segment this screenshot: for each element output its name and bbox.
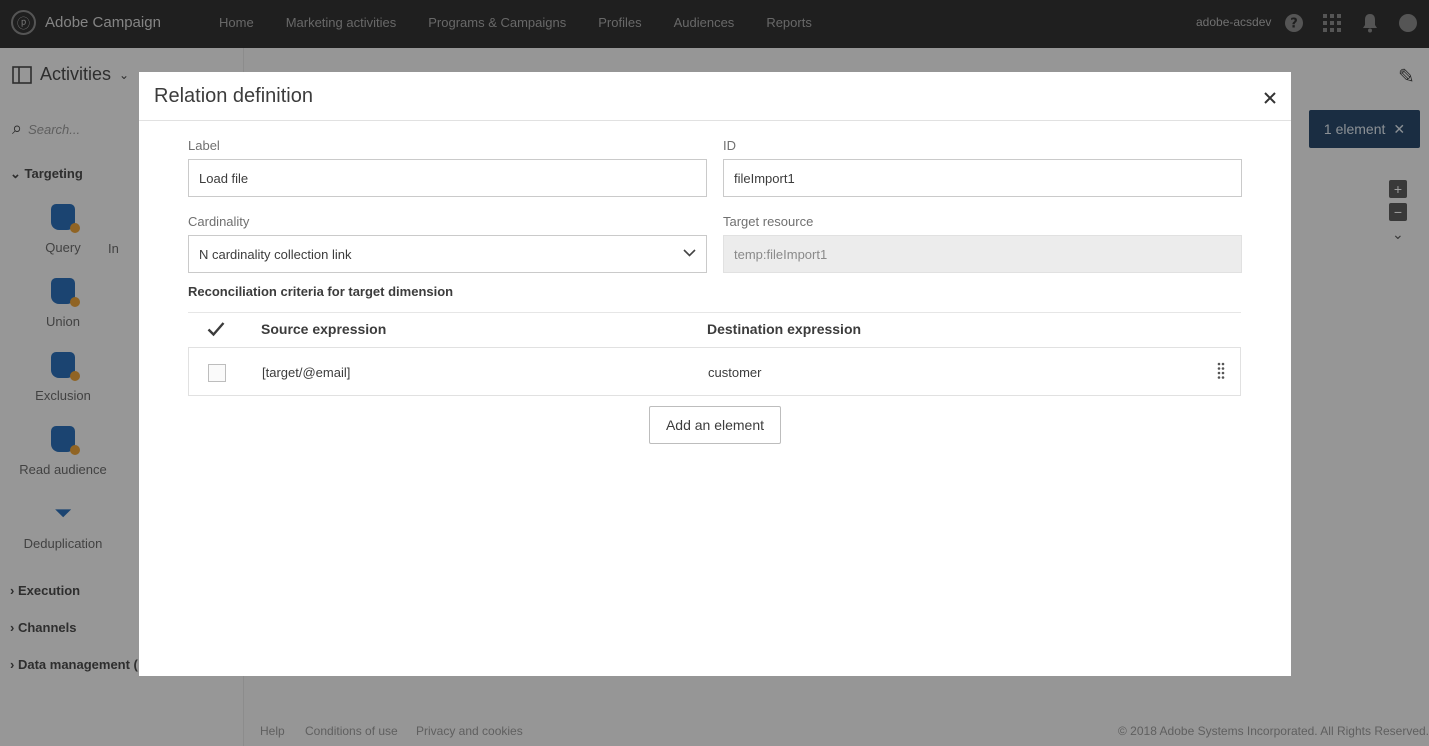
table-row[interactable]: [target/@email] customer <box>188 347 1241 396</box>
dialog-title: Relation definition <box>154 85 313 107</box>
row-destination-expression: customer <box>708 365 762 380</box>
cardinality-select[interactable]: N cardinality collection link <box>188 235 707 273</box>
criteria-table-header: Source expression Destination expression <box>188 312 1241 348</box>
label-input-value: Load file <box>199 170 249 186</box>
reconciliation-criteria-title: Reconciliation criteria for target dimen… <box>188 284 454 299</box>
drag-handle-icon[interactable] <box>1216 361 1226 381</box>
chevron-down-icon <box>683 246 696 260</box>
label-field-label: Label <box>188 138 220 153</box>
row-source-expression: [target/@email] <box>262 365 351 380</box>
row-checkbox[interactable] <box>208 364 226 382</box>
target-resource-input: temp:fileImport1 <box>723 235 1242 273</box>
id-input[interactable]: fileImport1 <box>723 159 1242 197</box>
relation-definition-dialog: Relation definition Label Load file ID f… <box>139 72 1291 676</box>
close-icon[interactable] <box>1263 85 1277 111</box>
id-field-label: ID <box>723 138 736 153</box>
dialog-header: Relation definition <box>139 72 1291 121</box>
cardinality-field-label: Cardinality <box>188 214 250 229</box>
id-input-value: fileImport1 <box>734 170 795 186</box>
select-all-check-icon[interactable] <box>207 321 225 342</box>
add-element-button[interactable]: Add an element <box>649 406 781 444</box>
cardinality-selected-value: N cardinality collection link <box>199 246 352 262</box>
column-destination-expression: Destination expression <box>707 321 862 337</box>
target-resource-field-label: Target resource <box>723 214 814 229</box>
column-source-expression: Source expression <box>261 321 387 337</box>
label-input[interactable]: Load file <box>188 159 707 197</box>
target-resource-value: temp:fileImport1 <box>734 246 828 262</box>
